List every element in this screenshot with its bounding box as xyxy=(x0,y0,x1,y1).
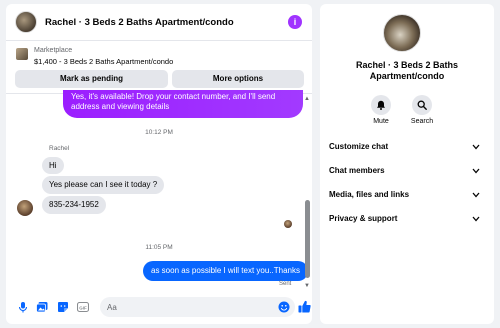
section-label: Media, files and links xyxy=(329,190,410,199)
incoming-message[interactable]: Yes please can I see it today ? xyxy=(42,176,165,194)
chevron-down-icon xyxy=(472,192,480,198)
incoming-message[interactable]: Hi xyxy=(42,157,64,174)
outgoing-message[interactable]: as soon as possible I will text you..Tha… xyxy=(143,261,308,281)
profile-avatar[interactable] xyxy=(383,14,421,52)
photo-icon[interactable] xyxy=(36,301,48,313)
chat-info-panel: Rachel · 3 Beds 2 Baths Apartment/condo … xyxy=(320,4,494,324)
incoming-message[interactable]: 835-234-1952 xyxy=(42,196,106,214)
gif-icon[interactable]: GIF xyxy=(77,301,89,313)
timestamp: 10:12 PM xyxy=(145,129,173,136)
section-media-files-links[interactable]: Media, files and links xyxy=(329,186,480,204)
message-composer: GIF xyxy=(6,292,312,324)
section-label: Customize chat xyxy=(329,142,389,151)
scroll-up-arrow[interactable]: ▲ xyxy=(304,96,310,102)
section-label: Chat members xyxy=(329,166,385,175)
section-customize-chat[interactable]: Customize chat xyxy=(329,138,480,156)
info-title: Rachel · 3 Beds 2 Baths Apartment/condo xyxy=(355,60,459,81)
timestamp: 11:05 PM xyxy=(145,244,173,251)
marketplace-listing-bar: Marketplace $1,400 - 3 Beds 2 Baths Apar… xyxy=(6,42,312,94)
search-label: Search xyxy=(410,118,434,125)
info-icon[interactable]: i xyxy=(288,15,302,29)
chevron-down-icon xyxy=(472,216,480,222)
listing-thumbnail[interactable] xyxy=(16,48,28,60)
microphone-icon[interactable] xyxy=(17,301,29,313)
search-icon xyxy=(417,100,427,110)
section-label: Privacy & support xyxy=(329,214,398,223)
marketplace-label: Marketplace xyxy=(34,47,73,54)
chat-header: Rachel · 3 Beds 2 Baths Apartment/condo … xyxy=(6,4,312,41)
thumbs-up-icon[interactable] xyxy=(298,300,311,313)
mark-as-pending-button[interactable]: Mark as pending xyxy=(15,70,168,88)
more-options-button[interactable]: More options xyxy=(172,70,304,88)
svg-text:GIF: GIF xyxy=(79,305,87,310)
emoji-icon[interactable] xyxy=(278,301,290,313)
sender-name: Rachel xyxy=(49,145,70,152)
section-privacy-support[interactable]: Privacy & support xyxy=(329,210,480,228)
search-button[interactable]: Search xyxy=(402,95,442,125)
mute-button[interactable]: Mute xyxy=(361,95,401,125)
chevron-down-icon xyxy=(472,144,480,150)
seen-avatar xyxy=(284,220,292,228)
sticker-icon[interactable] xyxy=(57,301,69,313)
sender-avatar[interactable] xyxy=(17,200,33,216)
message-input[interactable] xyxy=(100,297,295,317)
listing-title[interactable]: $1,400 - 3 Beds 2 Baths Apartment/condo xyxy=(34,57,173,66)
bell-icon xyxy=(377,100,385,110)
chat-panel: Rachel · 3 Beds 2 Baths Apartment/condo … xyxy=(6,4,312,324)
mute-label: Mute xyxy=(373,118,389,125)
outgoing-message[interactable]: Yes, it's available! Drop your contact n… xyxy=(63,90,303,118)
avatar[interactable] xyxy=(15,11,37,33)
section-chat-members[interactable]: Chat members xyxy=(329,162,480,180)
chat-title[interactable]: Rachel · 3 Beds 2 Baths Apartment/condo xyxy=(45,17,234,28)
scroll-down-arrow[interactable]: ▼ xyxy=(304,283,310,289)
message-status: Sent xyxy=(279,281,292,287)
scrollbar-thumb[interactable] xyxy=(305,200,310,278)
chevron-down-icon xyxy=(472,168,480,174)
